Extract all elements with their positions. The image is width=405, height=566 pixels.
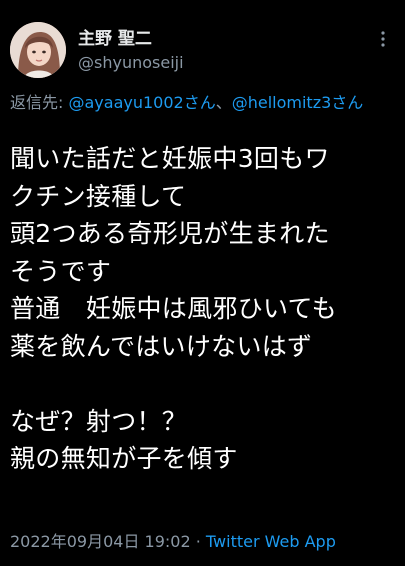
- tweet-body: 聞いた話だと妊娠中3回もワ クチン接種して 頭2つある奇形児が生まれた そうです…: [10, 140, 400, 478]
- author-info: 主野 聖二 @shyunoseiji: [78, 28, 184, 74]
- tweet-body-line: そうです: [10, 256, 112, 286]
- author-display-name[interactable]: 主野 聖二: [78, 28, 184, 50]
- reply-mention-2[interactable]: @hellomitz3さん: [232, 93, 364, 112]
- meta-separator: ·: [190, 532, 206, 551]
- tweet-body-line: 親の無知が子を傾す: [10, 444, 238, 473]
- tweet-source-app[interactable]: Twitter Web App: [206, 532, 336, 551]
- tweet-body-line: 聞いた話だと妊娠中3回もワ: [10, 144, 330, 173]
- avatar-image-icon: [10, 22, 66, 78]
- tweet-body-line: 普通 妊娠中は風邪ひいても: [10, 294, 337, 323]
- tweet-body-line-blank: [10, 365, 400, 403]
- reply-to-prefix: 返信先:: [10, 93, 64, 112]
- author-handle[interactable]: @shyunoseiji: [78, 52, 184, 74]
- reply-mention-1[interactable]: @ayaayu1002さん: [69, 93, 216, 112]
- tweet-header: 主野 聖二 @shyunoseiji: [10, 22, 395, 82]
- tweet-meta: 2022年09月04日 19:02 · Twitter Web App: [10, 531, 336, 553]
- tweet-timestamp[interactable]: 2022年09月04日 19:02: [10, 532, 191, 551]
- avatar[interactable]: [10, 22, 66, 78]
- tweet-body-line: 薬を飲んではいけないはず: [10, 331, 313, 361]
- tweet-card: 主野 聖二 @shyunoseiji 返信先: @ayaayu1002さん、@h…: [0, 0, 405, 566]
- tweet-body-line: クチン接種して: [10, 181, 187, 211]
- reply-mention-separator: 、: [215, 93, 232, 112]
- reply-to-line: 返信先: @ayaayu1002さん、@hellomitz3さん: [10, 92, 395, 113]
- tweet-body-line: なぜ？射つ！？: [10, 406, 188, 436]
- more-vertical-icon[interactable]: [375, 30, 391, 48]
- tweet-body-line: 頭2つある奇形児が生まれた: [10, 219, 330, 248]
